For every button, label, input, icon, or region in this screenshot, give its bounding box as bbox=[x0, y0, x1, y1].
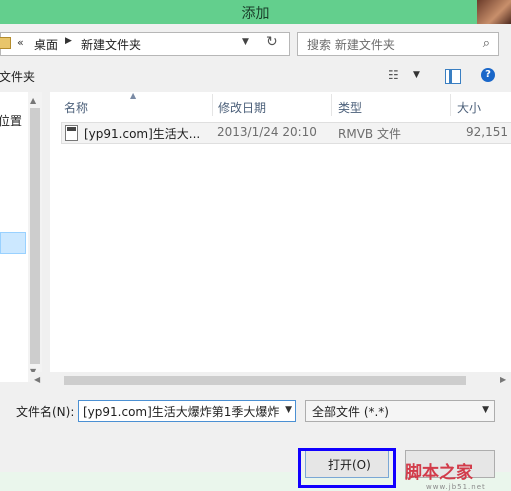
chevron-down-icon[interactable]: ▼ bbox=[242, 37, 249, 47]
address-bar[interactable]: « 桌面 ▶ 新建文件夹 ▼ bbox=[0, 32, 290, 56]
corner-thumbnail bbox=[477, 0, 511, 24]
view-list-icon[interactable]: ☷ bbox=[388, 68, 399, 82]
highlight-box bbox=[298, 448, 396, 488]
watermark-text: 脚本之家 bbox=[405, 463, 473, 483]
column-header-date[interactable]: 修改日期 bbox=[218, 99, 266, 116]
file-row[interactable]: [yp91.com]生活大... 2013/1/24 20:10 RMVB 文件… bbox=[61, 122, 511, 144]
search-icon: ⌕ bbox=[482, 36, 490, 51]
overflow-chevron-icon[interactable]: « bbox=[17, 36, 24, 49]
column-divider[interactable] bbox=[212, 94, 213, 116]
filetype-value: 全部文件 (*.*) bbox=[312, 405, 389, 419]
search-input[interactable]: 搜索 新建文件夹 ⌕ bbox=[297, 32, 499, 56]
column-divider[interactable] bbox=[331, 94, 332, 116]
horizontal-scrollbar[interactable]: ◀ ▶ bbox=[30, 372, 511, 389]
chevron-down-icon[interactable]: ▼ bbox=[283, 405, 292, 415]
breadcrumb-desktop[interactable]: 桌面 bbox=[34, 36, 58, 53]
column-header-type[interactable]: 类型 bbox=[338, 99, 362, 116]
preview-pane-icon[interactable] bbox=[445, 69, 461, 84]
nav-item-location[interactable]: 位置 bbox=[0, 112, 22, 129]
filetype-select[interactable]: 全部文件 (*.*) ▼ bbox=[305, 400, 495, 422]
breadcrumb-folder[interactable]: 新建文件夹 bbox=[81, 36, 141, 53]
sort-ascending-icon: ▲ bbox=[130, 91, 137, 100]
chevron-down-icon[interactable]: ▼ bbox=[482, 405, 489, 415]
filename-field[interactable]: [yp91.com]生活大爆炸第1季大爆炸 ▼ bbox=[78, 400, 296, 422]
column-divider[interactable] bbox=[450, 94, 451, 116]
scrollbar-thumb[interactable] bbox=[30, 108, 40, 364]
watermark-url: www.jb51.net bbox=[426, 483, 486, 491]
file-icon bbox=[65, 125, 78, 141]
dialog-body: « 桌面 ▶ 新建文件夹 ▼ ↻ 搜索 新建文件夹 ⌕ 文件夹 ☷ ▼ ? 位置… bbox=[0, 24, 511, 491]
column-header-size[interactable]: 大小 bbox=[457, 99, 481, 116]
nav-item-selected[interactable] bbox=[0, 232, 26, 254]
filename-label: 文件名(N): bbox=[16, 405, 75, 419]
file-name: [yp91.com]生活大... bbox=[84, 127, 201, 141]
title-bar: 添加 bbox=[0, 0, 511, 24]
filename-value: [yp91.com]生活大爆炸第1季大爆炸 bbox=[83, 405, 280, 419]
file-date: 2013/1/24 20:10 bbox=[217, 125, 317, 139]
scroll-up-icon[interactable]: ▲ bbox=[30, 96, 36, 105]
new-folder-button[interactable]: 文件夹 bbox=[0, 68, 35, 85]
file-size: 92,151 k bbox=[466, 125, 511, 139]
window-title: 添加 bbox=[241, 6, 270, 22]
scrollbar-thumb[interactable] bbox=[64, 376, 466, 385]
file-type: RMVB 文件 bbox=[338, 127, 401, 141]
search-placeholder: 搜索 新建文件夹 bbox=[307, 38, 395, 52]
scroll-left-icon[interactable]: ◀ bbox=[34, 375, 40, 384]
help-icon[interactable]: ? bbox=[481, 68, 495, 82]
folder-icon bbox=[0, 37, 11, 49]
refresh-button[interactable]: ↻ bbox=[262, 32, 287, 54]
view-dropdown-icon[interactable]: ▼ bbox=[413, 70, 420, 80]
refresh-icon: ↻ bbox=[266, 34, 278, 50]
scroll-right-icon[interactable]: ▶ bbox=[500, 375, 506, 384]
chevron-right-icon[interactable]: ▶ bbox=[65, 36, 72, 46]
column-header-name[interactable]: 名称 bbox=[64, 99, 88, 116]
